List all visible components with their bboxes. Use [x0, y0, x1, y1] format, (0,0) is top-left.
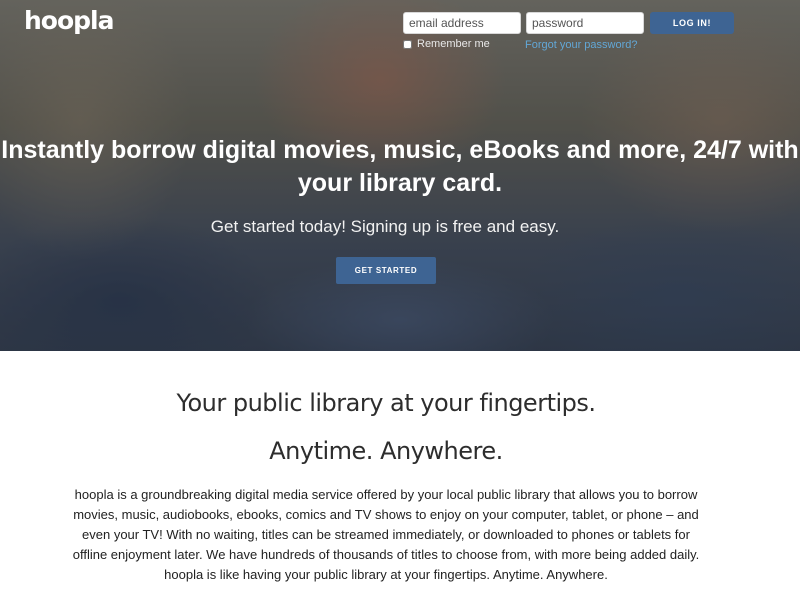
hero-section: hoopla LOG IN! Remember me Forgot your p… — [0, 0, 800, 351]
intro-section: Your public library at your fingertips. … — [0, 351, 800, 595]
email-input[interactable] — [403, 12, 521, 34]
hero-headline: Instantly borrow digital movies, music, … — [1, 136, 799, 197]
remember-me[interactable]: Remember me — [403, 38, 490, 50]
login-button[interactable]: LOG IN! — [650, 12, 734, 34]
tagline: Your public library at your fingertips. — [176, 389, 596, 417]
tagline-secondary: Anytime. Anywhere. — [269, 437, 503, 465]
remember-me-checkbox[interactable] — [403, 39, 412, 49]
hoopla-logo[interactable]: hoopla — [24, 6, 114, 35]
remember-me-label: Remember me — [417, 38, 490, 50]
forgot-password-link[interactable]: Forgot your password? — [525, 39, 638, 51]
get-started-button[interactable]: GET STARTED — [336, 257, 436, 284]
hero-subheadline: Get started today! Signing up is free an… — [210, 217, 560, 236]
password-input[interactable] — [526, 12, 644, 34]
service-description: hoopla is a groundbreaking digital media… — [72, 487, 700, 582]
